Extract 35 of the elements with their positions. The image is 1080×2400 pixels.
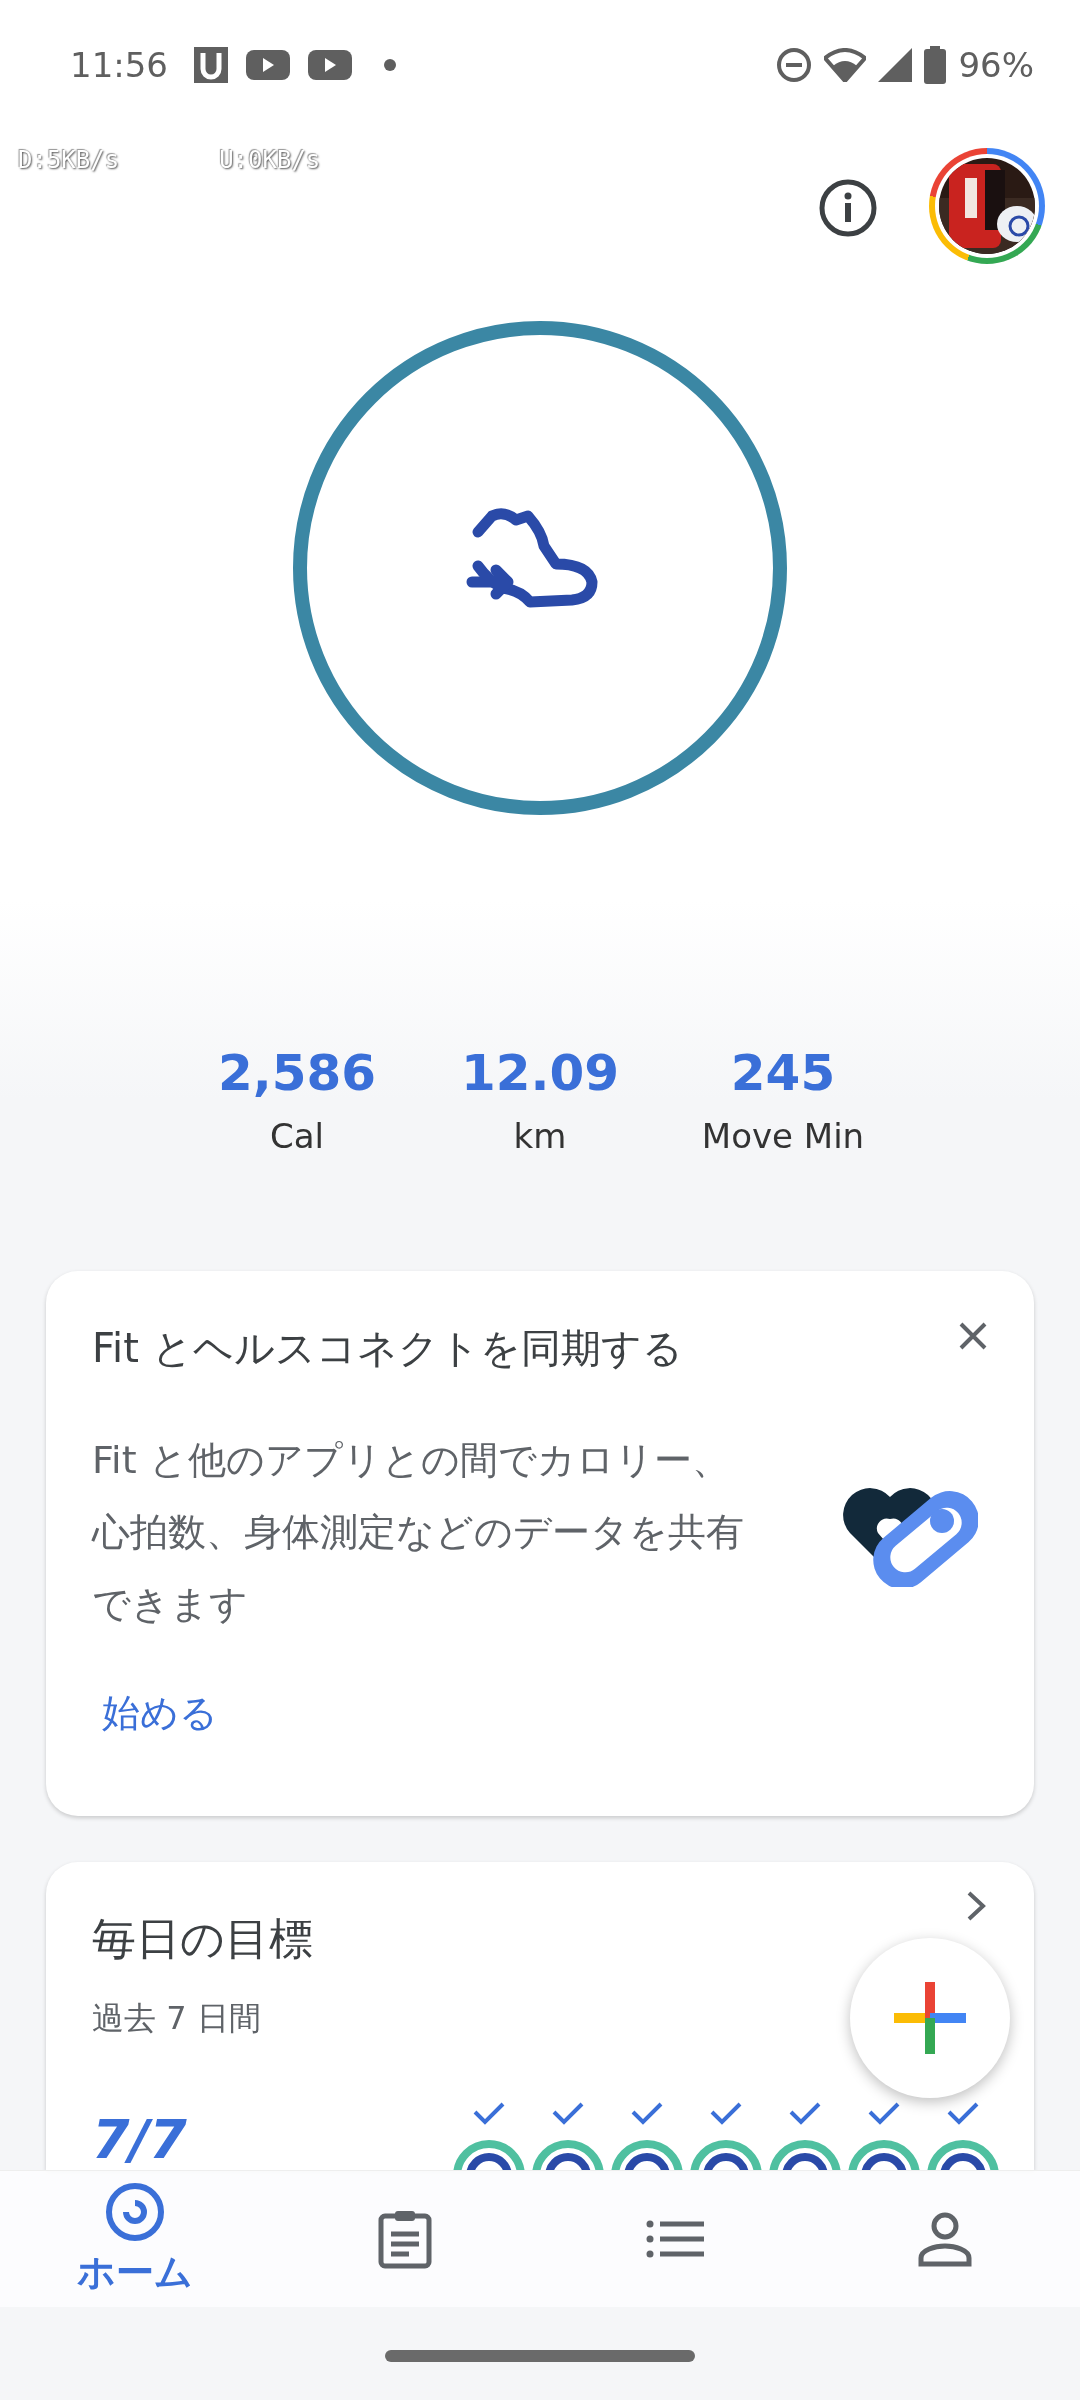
card-title: 毎日の目標 bbox=[92, 1912, 314, 1966]
play-icon bbox=[246, 50, 290, 80]
chevron-right-icon bbox=[966, 1890, 986, 1922]
start-link[interactable]: 始める bbox=[92, 1684, 228, 1743]
person-icon bbox=[918, 2211, 972, 2267]
wifi-icon bbox=[824, 48, 867, 82]
stat-label: Cal bbox=[270, 1116, 324, 1156]
do-not-disturb-icon bbox=[776, 47, 813, 83]
download-speed: D:5KB/s bbox=[18, 146, 120, 174]
info-icon[interactable] bbox=[818, 178, 878, 238]
stat-label: km bbox=[513, 1116, 567, 1156]
plus-icon bbox=[894, 1982, 966, 2054]
clipboard-icon bbox=[377, 2208, 433, 2270]
shoe-icon bbox=[466, 508, 598, 608]
card-title: Fit とヘルスコネクトを同期する bbox=[92, 1324, 684, 1373]
card-description: Fit と他のアプリとの間でカロリー、心拍数、身体測定などのデータを共有できます bbox=[92, 1437, 745, 1628]
stat-value: 2,586 bbox=[217, 1044, 377, 1102]
upload-speed: U:0KB/s bbox=[219, 146, 321, 174]
app-notification-icon bbox=[194, 47, 228, 83]
list-icon bbox=[646, 2219, 704, 2259]
stat-value: 12.09 bbox=[460, 1044, 620, 1102]
home-ring-icon bbox=[104, 2180, 166, 2243]
stat-value: 245 bbox=[730, 1044, 836, 1102]
goals-card[interactable]: 毎日の目標 過去 7 日間 7/7 bbox=[46, 1862, 1034, 2170]
close-icon bbox=[958, 1321, 988, 1351]
nav-tab[interactable]: ホーム bbox=[0, 2171, 270, 2307]
battery-icon bbox=[924, 46, 947, 84]
dot-icon bbox=[384, 59, 396, 71]
clock-time: 11:56 bbox=[70, 45, 168, 85]
battery-percentage: 96% bbox=[958, 45, 1034, 85]
play-icon bbox=[308, 50, 352, 80]
signal-icon bbox=[878, 48, 913, 82]
stat-label: Move Min bbox=[701, 1116, 865, 1156]
goal-score: 7/7 bbox=[92, 2113, 187, 2167]
card-subtitle: 過去 7 日間 bbox=[92, 1998, 261, 2039]
